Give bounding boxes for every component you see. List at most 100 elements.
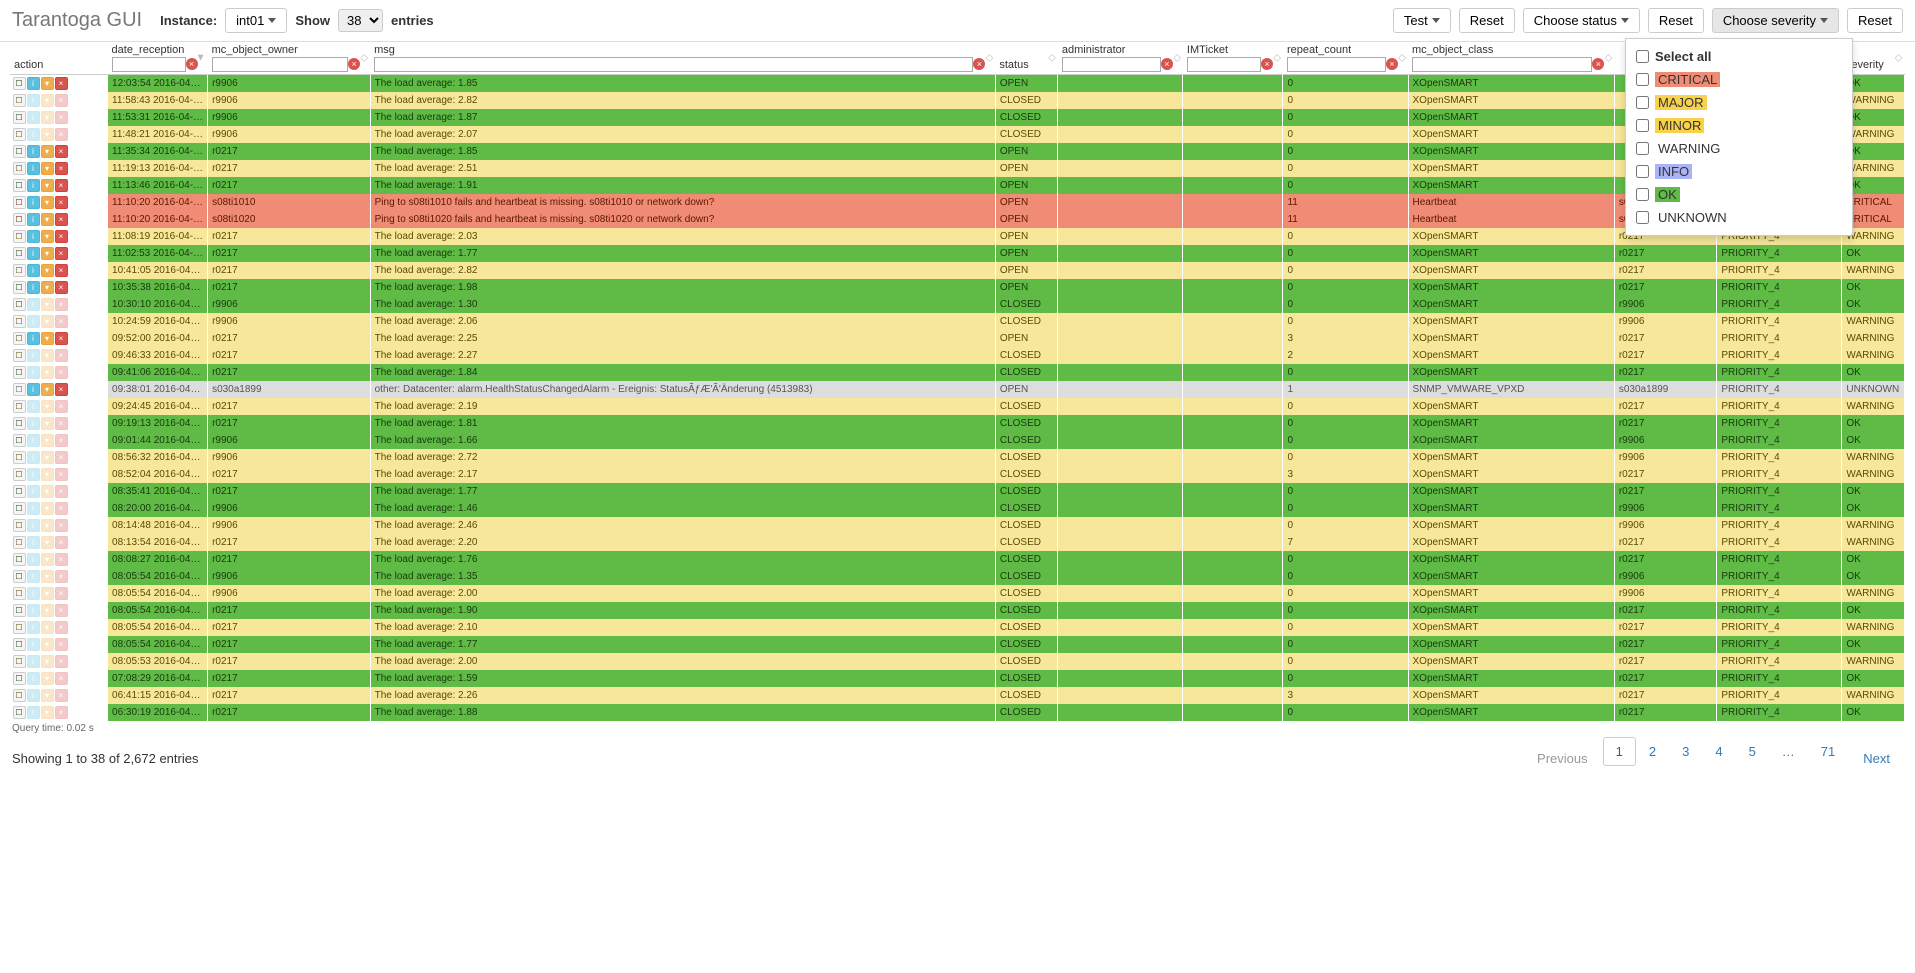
close-icon[interactable]: × [55,349,68,362]
entries-select[interactable]: 38 [338,9,383,32]
filter-class[interactable] [1412,57,1592,72]
table-row[interactable]: ☐i▾×08:14:48 2016-04-14r9906The load ave… [10,517,1905,534]
severity-checkbox[interactable] [1636,73,1649,86]
table-row[interactable]: ☐i▾×08:56:32 2016-04-14r9906The load ave… [10,449,1905,466]
checkbox-icon[interactable]: ☐ [13,281,26,294]
severity-option-unknown[interactable]: UNKNOWN [1636,206,1842,229]
info-icon[interactable]: i [27,655,40,668]
close-icon[interactable]: × [55,570,68,583]
filter-icon[interactable]: ▾ [41,689,54,702]
close-icon[interactable]: × [55,315,68,328]
page-button[interactable]: 4 [1702,737,1735,766]
table-row[interactable]: ☐i▾×08:20:00 2016-04-14r9906The load ave… [10,500,1905,517]
checkbox-icon[interactable]: ☐ [13,94,26,107]
info-icon[interactable]: i [27,706,40,719]
col-date-reception[interactable]: date_reception×▼ [108,42,208,75]
clear-icon[interactable]: × [1261,58,1273,70]
filter-icon[interactable]: ▾ [41,587,54,600]
table-row[interactable]: ☐i▾×11:48:21 2016-04-14r9906The load ave… [10,126,1905,143]
info-icon[interactable]: i [27,264,40,277]
severity-option-info[interactable]: INFO [1636,160,1842,183]
info-icon[interactable]: i [27,349,40,362]
severity-option-minor[interactable]: MINOR [1636,114,1842,137]
info-icon[interactable]: i [27,468,40,481]
page-button[interactable]: 71 [1808,737,1848,766]
table-row[interactable]: ☐i▾×08:13:54 2016-04-14r0217The load ave… [10,534,1905,551]
close-icon[interactable]: × [55,145,68,158]
info-icon[interactable]: i [27,519,40,532]
table-row[interactable]: ☐i▾×09:24:45 2016-04-14r0217The load ave… [10,398,1905,415]
test-dropdown[interactable]: Test [1393,8,1451,33]
col-administrator[interactable]: administrator×◇ [1058,42,1183,75]
table-row[interactable]: ☐i▾×09:38:01 2016-04-14s030a1899other: D… [10,381,1905,398]
col-msg[interactable]: msg×◇ [370,42,995,75]
checkbox-icon[interactable]: ☐ [13,536,26,549]
severity-option-select-all[interactable]: Select all [1636,45,1842,68]
checkbox-icon[interactable]: ☐ [13,434,26,447]
table-row[interactable]: ☐i▾×10:35:38 2016-04-14r0217The load ave… [10,279,1905,296]
table-row[interactable]: ☐i▾×08:05:54 2016-04-14r0217The load ave… [10,636,1905,653]
table-row[interactable]: ☐i▾×10:24:59 2016-04-14r9906The load ave… [10,313,1905,330]
severity-option-major[interactable]: MAJOR [1636,91,1842,114]
severity-checkbox[interactable] [1636,142,1649,155]
info-icon[interactable]: i [27,196,40,209]
info-icon[interactable]: i [27,315,40,328]
table-row[interactable]: ☐i▾×09:01:44 2016-04-14r9906The load ave… [10,432,1905,449]
col-action[interactable]: action [10,42,108,75]
checkbox-icon[interactable]: ☐ [13,213,26,226]
close-icon[interactable]: × [55,332,68,345]
checkbox-icon[interactable]: ☐ [13,383,26,396]
clear-icon[interactable]: × [1386,58,1398,70]
instance-select[interactable]: int01 [225,8,287,33]
close-icon[interactable]: × [55,247,68,260]
clear-icon[interactable]: × [1592,58,1604,70]
checkbox-icon[interactable]: ☐ [13,111,26,124]
clear-icon[interactable]: × [973,58,985,70]
close-icon[interactable]: × [55,298,68,311]
checkbox-icon[interactable]: ☐ [13,128,26,141]
table-row[interactable]: ☐i▾×06:41:15 2016-04-14r0217The load ave… [10,687,1905,704]
table-row[interactable]: ☐i▾×11:35:34 2016-04-14r0217The load ave… [10,143,1905,160]
info-icon[interactable]: i [27,281,40,294]
previous-button[interactable]: Previous [1524,744,1601,773]
close-icon[interactable]: × [55,519,68,532]
filter-icon[interactable]: ▾ [41,536,54,549]
checkbox-icon[interactable]: ☐ [13,621,26,634]
reset-test-button[interactable]: Reset [1459,8,1515,33]
close-icon[interactable]: × [55,536,68,549]
severity-option-warning[interactable]: WARNING [1636,137,1842,160]
col-status[interactable]: status◇ [995,42,1058,75]
table-row[interactable]: ☐i▾×08:35:41 2016-04-14r0217The load ave… [10,483,1905,500]
close-icon[interactable]: × [55,400,68,413]
table-row[interactable]: ☐i▾×09:41:06 2016-04-14r0217The load ave… [10,364,1905,381]
info-icon[interactable]: i [27,434,40,447]
info-icon[interactable]: i [27,502,40,515]
reset-severity-button[interactable]: Reset [1847,8,1903,33]
info-icon[interactable]: i [27,400,40,413]
close-icon[interactable]: × [55,689,68,702]
checkbox-icon[interactable]: ☐ [13,451,26,464]
table-row[interactable]: ☐i▾×07:08:29 2016-04-14r0217The load ave… [10,670,1905,687]
filter-repeat[interactable] [1287,57,1386,72]
filter-icon[interactable]: ▾ [41,519,54,532]
filter-icon[interactable]: ▾ [41,94,54,107]
filter-icon[interactable]: ▾ [41,315,54,328]
table-row[interactable]: ☐i▾×08:05:54 2016-04-14r9906The load ave… [10,568,1905,585]
info-icon[interactable]: i [27,179,40,192]
close-icon[interactable]: × [55,281,68,294]
filter-icon[interactable]: ▾ [41,128,54,141]
close-icon[interactable]: × [55,502,68,515]
checkbox-icon[interactable]: ☐ [13,264,26,277]
close-icon[interactable]: × [55,162,68,175]
table-row[interactable]: ☐i▾×11:58:43 2016-04-14r9906The load ave… [10,92,1905,109]
close-icon[interactable]: × [55,196,68,209]
info-icon[interactable]: i [27,230,40,243]
col-imticket[interactable]: IMTicket×◇ [1183,42,1283,75]
info-icon[interactable]: i [27,417,40,430]
filter-icon[interactable]: ▾ [41,264,54,277]
checkbox-icon[interactable]: ☐ [13,706,26,719]
info-icon[interactable]: i [27,111,40,124]
filter-icon[interactable]: ▾ [41,672,54,685]
checkbox-icon[interactable]: ☐ [13,247,26,260]
table-row[interactable]: ☐i▾×09:52:00 2016-04-14r0217The load ave… [10,330,1905,347]
